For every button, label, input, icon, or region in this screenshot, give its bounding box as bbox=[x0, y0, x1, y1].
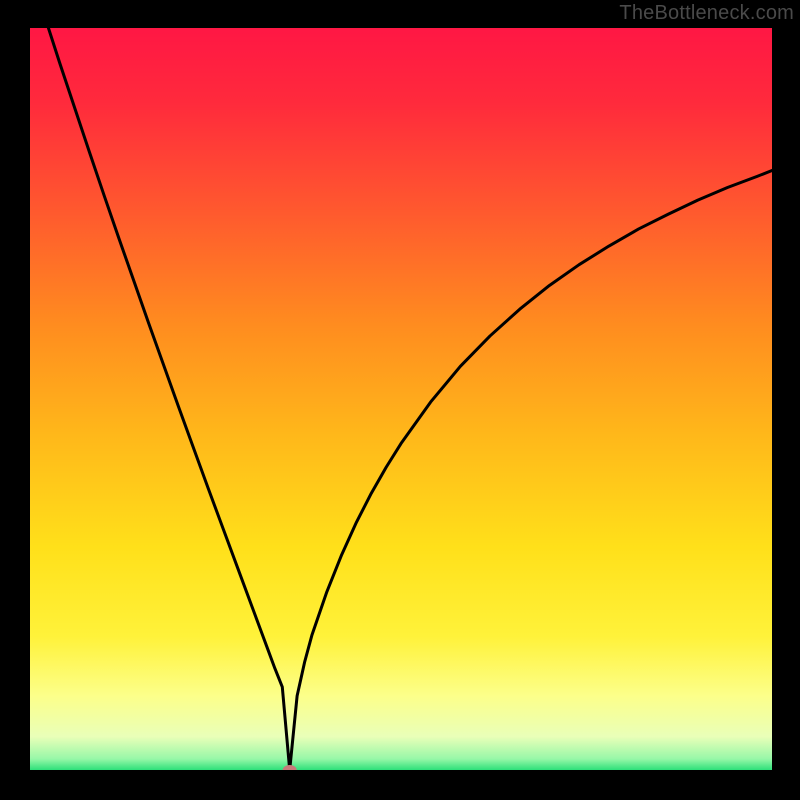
optimal-point-marker bbox=[283, 765, 297, 775]
gradient-background bbox=[30, 28, 772, 770]
bottleneck-chart bbox=[0, 0, 800, 800]
chart-frame: TheBottleneck.com bbox=[0, 0, 800, 800]
watermark-text: TheBottleneck.com bbox=[619, 2, 794, 25]
